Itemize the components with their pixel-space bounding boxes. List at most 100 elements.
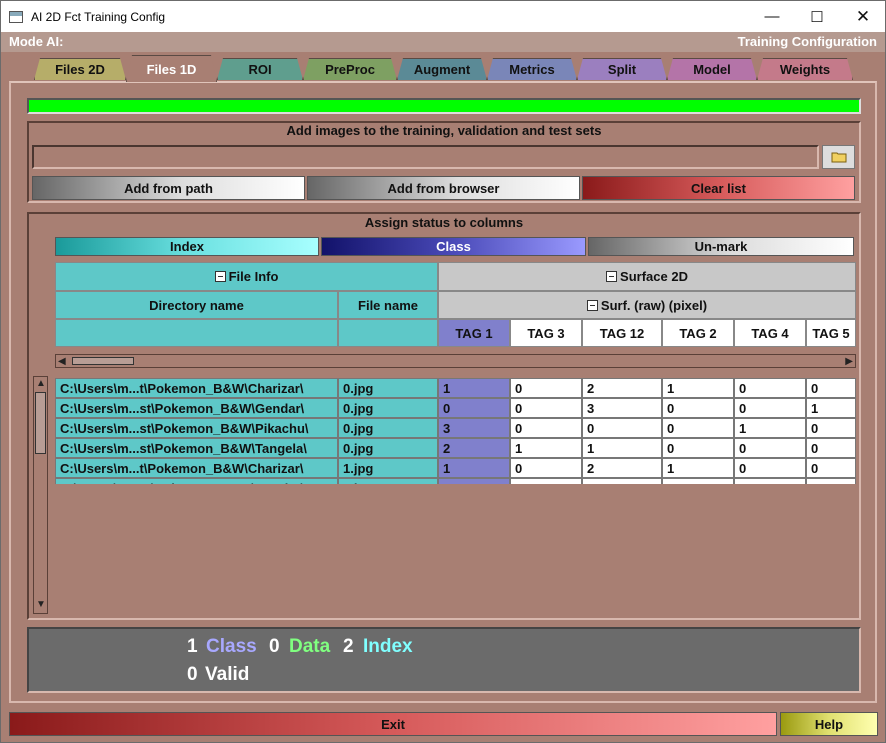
tag-value-cell[interactable]: 0 [662, 398, 734, 418]
tag-header[interactable]: TAG 5 [806, 319, 856, 347]
tag-value-cell[interactable]: 1 [582, 438, 662, 458]
close-button[interactable]: ✕ [840, 1, 886, 32]
mode-label: Mode AI: [9, 34, 64, 49]
tag-value-cell[interactable]: 0 [510, 378, 582, 398]
tab-roi[interactable]: ROI [217, 58, 303, 80]
collapse-icon [214, 271, 226, 282]
directory-cell[interactable]: C:\Users\m...t\Pokemon_B&W\Charizar\ [55, 458, 338, 478]
tag-value-cell[interactable]: 0 [438, 398, 510, 418]
progress-bar [27, 98, 861, 114]
tab-model[interactable]: Model [667, 58, 757, 80]
browse-folder-button[interactable] [822, 145, 855, 169]
tag-value-cell[interactable]: 0 [510, 458, 582, 478]
file-name-cell[interactable]: 0.jpg [338, 398, 438, 418]
collapse-icon [586, 299, 598, 311]
help-button[interactable]: Help [780, 712, 878, 736]
tag-value-cell[interactable]: 2 [582, 458, 662, 478]
tag-value-cell[interactable]: 0 [806, 418, 856, 438]
add-from-browser-button[interactable]: Add from browser [307, 176, 580, 200]
window-title: AI 2D Fct Training Config [31, 9, 166, 24]
tag-value-cell[interactable]: 1 [734, 418, 806, 438]
horizontal-scrollbar[interactable]: ◀ ▶ [55, 354, 856, 368]
class-count: 1 [187, 636, 198, 657]
file-name-cell[interactable]: 0.jpg [338, 378, 438, 398]
tag-value-cell[interactable]: 0 [734, 438, 806, 458]
class-status-label: Class [206, 636, 257, 657]
tag-value-cell[interactable]: 0 [806, 458, 856, 478]
folder-icon [831, 152, 846, 163]
tag-value-cell[interactable]: 0 [806, 438, 856, 458]
file-name-cell[interactable]: 0.jpg [338, 438, 438, 458]
tag-value-cell[interactable]: 1 [662, 458, 734, 478]
tag-value-cell[interactable]: 3 [582, 398, 662, 418]
directory-name-subheader [55, 319, 338, 347]
directory-cell[interactable]: C:\Users\m...st\Pokemon_B&W\Pikachu\ [55, 418, 338, 438]
tag-value-cell[interactable]: 0 [806, 378, 856, 398]
surface-2d-header[interactable]: Surface 2D [438, 262, 856, 291]
tab-weights[interactable]: Weights [757, 58, 853, 80]
tab-split[interactable]: Split [577, 58, 667, 80]
surface-2d-label: Surface 2D [620, 269, 688, 284]
index-count: 2 [343, 636, 354, 657]
valid-label: Valid [205, 664, 250, 685]
clear-list-button[interactable]: Clear list [582, 176, 855, 200]
tag-header[interactable]: TAG 1 [438, 319, 510, 347]
tag-header[interactable]: TAG 12 [582, 319, 662, 347]
tag-value-cell[interactable]: 1 [662, 378, 734, 398]
tag-value-cell[interactable]: 0 [582, 418, 662, 438]
tab-metrics[interactable]: Metrics [487, 58, 577, 80]
path-input[interactable] [32, 145, 819, 169]
tag-value-cell[interactable]: 1 [510, 438, 582, 458]
minimize-button[interactable]: — [749, 1, 795, 32]
unmark-button[interactable]: Un-mark [588, 237, 854, 256]
directory-name-header[interactable]: Directory name [55, 291, 338, 319]
maximize-button[interactable]: ☐ [794, 1, 840, 32]
surf-raw-label: Surf. (raw) (pixel) [600, 297, 708, 313]
app-window: AI 2D Fct Training Config — ☐ ✕ Mode AI:… [0, 0, 886, 743]
tab-augment[interactable]: Augment [397, 58, 487, 80]
tag-value-cell[interactable]: 1 [806, 398, 856, 418]
index-button[interactable]: Index [55, 237, 319, 256]
tag-value-cell[interactable]: 1 [438, 378, 510, 398]
file-info-header[interactable]: File Info [55, 262, 438, 291]
tag-value-cell[interactable]: 0 [734, 378, 806, 398]
file-name-cell[interactable]: 1.jpg [338, 458, 438, 478]
tag-value-cell[interactable]: 3 [438, 418, 510, 438]
horizontal-scroll-thumb[interactable] [72, 357, 134, 365]
directory-cell[interactable]: C:\Users\m...st\Pokemon_B&W\Gendar\ [55, 398, 338, 418]
collapse-icon [606, 271, 618, 282]
file-name-header[interactable]: File name [338, 291, 438, 319]
tag-header[interactable]: TAG 4 [734, 319, 806, 347]
scroll-right-icon[interactable]: ▶ [845, 356, 853, 367]
tag-value-cell[interactable]: 0 [510, 418, 582, 438]
tag-value-cell[interactable]: 0 [734, 398, 806, 418]
add-from-path-button[interactable]: Add from path [32, 176, 305, 200]
file-name-subheader [338, 319, 438, 347]
scroll-left-icon[interactable]: ◀ [58, 356, 66, 367]
tab-files-2d[interactable]: Files 2D [34, 58, 126, 80]
tag-value-cell[interactable]: 0 [662, 438, 734, 458]
tag-value-cell[interactable]: 2 [582, 378, 662, 398]
class-button[interactable]: Class [321, 237, 586, 256]
exit-button[interactable]: Exit [9, 712, 777, 736]
tag-value-cell[interactable]: 0 [510, 398, 582, 418]
tag-value-cell[interactable]: 1 [438, 458, 510, 478]
file-name-cell[interactable]: 0.jpg [338, 418, 438, 438]
tag-value-cell[interactable]: 2 [438, 438, 510, 458]
file-info-label: File Info [228, 269, 279, 284]
add-images-title: Add images to the training, validation a… [286, 123, 602, 138]
tag-value-cell[interactable]: 0 [734, 458, 806, 478]
config-label: Training Configuration [737, 34, 877, 49]
data-status-label: Data [289, 636, 331, 657]
tag-header[interactable]: TAG 2 [662, 319, 734, 347]
tab-files-1d[interactable]: Files 1D [126, 55, 217, 82]
scroll-down-icon[interactable]: ▼ [36, 599, 46, 610]
directory-cell[interactable]: C:\Users\m...st\Pokemon_B&W\Tangela\ [55, 438, 338, 458]
tag-header[interactable]: TAG 3 [510, 319, 582, 347]
tag-value-cell[interactable]: 0 [662, 418, 734, 438]
tab-preproc[interactable]: PreProc [303, 58, 397, 80]
assign-title: Assign status to columns [364, 215, 524, 230]
surf-raw-header[interactable]: Surf. (raw) (pixel) [438, 291, 856, 319]
valid-count: 0 [187, 664, 198, 685]
directory-cell[interactable]: C:\Users\m...t\Pokemon_B&W\Charizar\ [55, 378, 338, 398]
